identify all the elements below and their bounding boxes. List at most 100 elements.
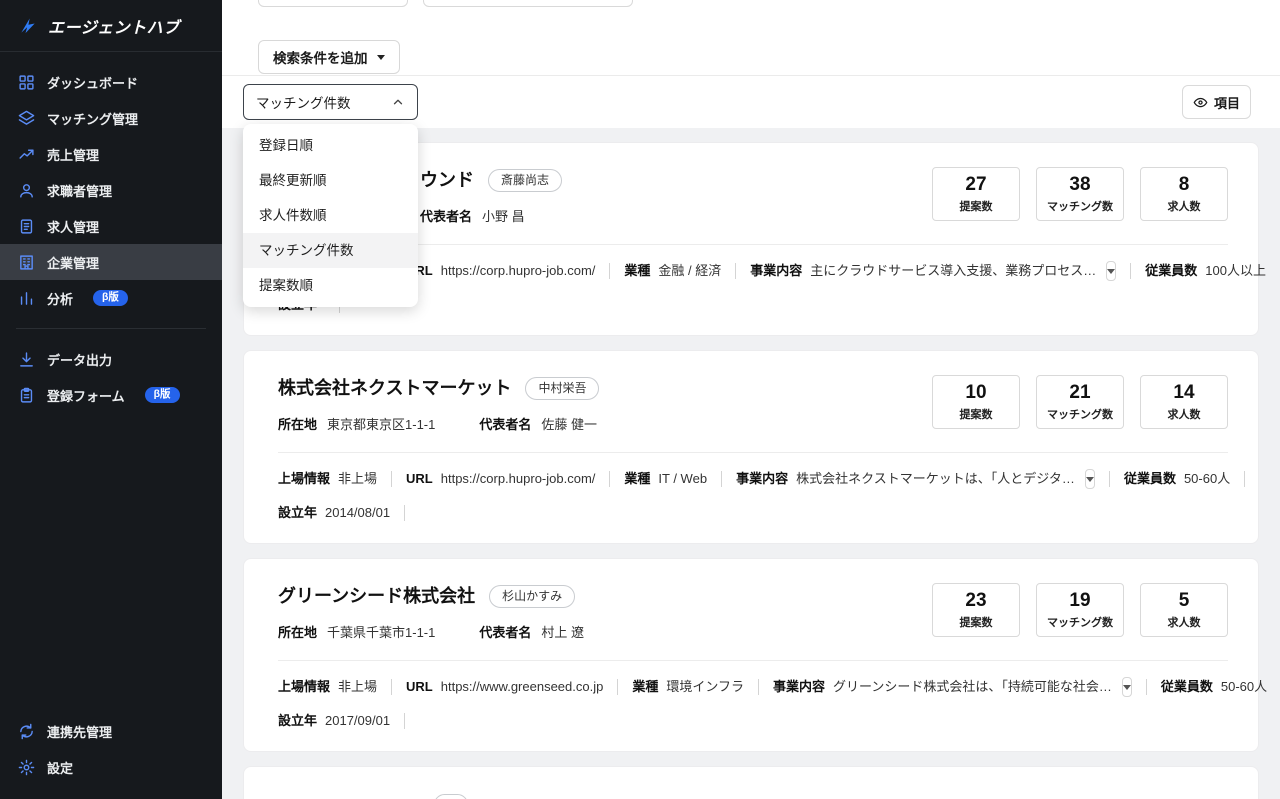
matches-count: 19 <box>1069 590 1090 612</box>
vertical-divider <box>617 679 618 695</box>
sidebar-item-dashboard[interactable]: ダッシュボード <box>0 64 222 100</box>
proposals-count: 27 <box>965 174 986 196</box>
employees-value: 100人以上 <box>1205 261 1266 281</box>
sidebar-item-matching[interactable]: マッチング管理 <box>0 100 222 136</box>
sidebar-item-sales[interactable]: 売上管理 <box>0 136 222 172</box>
vertical-divider <box>404 713 405 729</box>
search-section: 検索条件を追加 <box>222 0 1280 76</box>
proposals-stat: 23 提案数 <box>932 583 1020 637</box>
sidebar-item-integrations[interactable]: 連携先管理 <box>0 713 222 749</box>
columns-button-label: 項目 <box>1214 93 1240 112</box>
address-value: 東京都東京区1-1-1 <box>327 416 435 434</box>
industry-value: 環境インフラ <box>666 677 744 697</box>
jobs-count: 8 <box>1179 174 1190 196</box>
vertical-divider <box>391 679 392 695</box>
sidebar-item-label: 設定 <box>47 758 73 777</box>
analytics-icon <box>18 290 35 307</box>
url-label: URL <box>406 469 433 489</box>
proposals-count: 23 <box>965 590 986 612</box>
industry-label: 業種 <box>624 261 650 281</box>
employees-label: 従業員数 <box>1124 469 1176 489</box>
business-label: 事業内容 <box>773 677 825 697</box>
matches-stat-label: マッチング数 <box>1047 406 1113 422</box>
brand-logo-icon <box>18 16 38 36</box>
vertical-divider <box>609 471 610 487</box>
representative-value: 佐藤 健一 <box>541 416 597 434</box>
sort-option-last-updated[interactable]: 最終更新順 <box>243 163 418 198</box>
contact-badge[interactable]: 中村栄吾 <box>525 377 599 400</box>
company-icon <box>18 254 35 271</box>
matches-count: 38 <box>1069 174 1090 196</box>
sales-chart-icon <box>18 146 35 163</box>
sort-option-proposal-count[interactable]: 提案数順 <box>243 268 418 303</box>
matches-count: 21 <box>1069 382 1090 404</box>
sidebar-item-label: 企業管理 <box>47 253 99 272</box>
vertical-divider <box>391 471 392 487</box>
proposals-stat-label: 提案数 <box>960 406 993 422</box>
jobs-stat: 8 求人数 <box>1140 167 1228 221</box>
industry-label: 業種 <box>632 677 658 697</box>
sidebar-divider <box>16 328 206 329</box>
employees-label: 従業員数 <box>1161 677 1213 697</box>
sidebar-item-label: データ出力 <box>47 350 112 369</box>
employees-value: 50-60人 <box>1184 469 1230 489</box>
job-posting-icon <box>18 218 35 235</box>
job-seeker-icon <box>18 182 35 199</box>
sidebar-item-label: ダッシュボード <box>47 73 138 92</box>
business-expand-button[interactable] <box>1122 677 1132 697</box>
sidebar-item-data-export[interactable]: データ出力 <box>0 341 222 377</box>
business-expand-button[interactable] <box>1106 261 1116 281</box>
proposals-stat-label: 提案数 <box>960 614 993 630</box>
representative-label: 代表者名 <box>479 624 531 642</box>
sidebar-item-registration-form[interactable]: 登録フォーム β版 <box>0 377 222 413</box>
add-search-condition-button[interactable]: 検索条件を追加 <box>258 40 400 74</box>
matches-stat: 38 マッチング数 <box>1036 167 1124 221</box>
proposals-count: 10 <box>965 382 986 404</box>
representative-label: 代表者名 <box>420 208 472 226</box>
matches-stat: 19 マッチング数 <box>1036 583 1124 637</box>
brand-logo: エージェントハブ <box>0 0 222 52</box>
business-label: 事業内容 <box>736 469 788 489</box>
sidebar-item-job-seekers[interactable]: 求職者管理 <box>0 172 222 208</box>
company-card-partial <box>243 766 1259 799</box>
company-url-link[interactable]: https://corp.hupro-job.com/ <box>441 261 596 281</box>
sort-option-job-count[interactable]: 求人件数順 <box>243 198 418 233</box>
founded-label: 設立年 <box>278 711 317 731</box>
main-area: 検索条件を追加 マッチング件数 項目 登録日順 最終更新順 求人件数順 マッチン… <box>222 0 1280 799</box>
chevron-up-icon <box>391 95 405 109</box>
beta-badge: β版 <box>145 387 180 404</box>
vertical-divider <box>609 263 610 279</box>
vertical-divider <box>1146 679 1147 695</box>
add-search-condition-label: 検索条件を追加 <box>273 47 368 67</box>
listing-label: 上場情報 <box>278 469 330 489</box>
founded-value: 2017/09/01 <box>325 711 390 731</box>
dashboard-icon <box>18 74 35 91</box>
founded-value: 2014/08/01 <box>325 503 390 523</box>
search-filter-input-2[interactable] <box>423 0 633 7</box>
company-url-link[interactable]: https://corp.hupro-job.com/ <box>441 469 596 489</box>
business-expand-button[interactable] <box>1085 469 1095 489</box>
company-url-link[interactable]: https://www.greenseed.co.jp <box>441 677 604 697</box>
sidebar-item-label: 分析 <box>47 289 73 308</box>
caret-down-icon <box>1086 477 1094 482</box>
search-filter-input-1[interactable] <box>258 0 408 7</box>
columns-button[interactable]: 項目 <box>1182 85 1251 119</box>
contact-badge[interactable]: 杉山かすみ <box>489 585 575 608</box>
company-name: グリーンシード株式会社 <box>278 583 475 609</box>
contact-badge[interactable] <box>434 794 468 799</box>
sidebar-item-label: 売上管理 <box>47 145 99 164</box>
sidebar-item-analytics[interactable]: 分析 β版 <box>0 280 222 316</box>
contact-badge[interactable]: 斎藤尚志 <box>488 169 562 192</box>
sort-option-matching-count[interactable]: マッチング件数 <box>243 233 418 268</box>
settings-icon <box>18 759 35 776</box>
sort-option-registration-date[interactable]: 登録日順 <box>243 128 418 163</box>
jobs-stat: 5 求人数 <box>1140 583 1228 637</box>
sidebar-item-job-postings[interactable]: 求人管理 <box>0 208 222 244</box>
jobs-stat-label: 求人数 <box>1168 198 1201 214</box>
sidebar-item-companies[interactable]: 企業管理 <box>0 244 222 280</box>
sidebar-item-label: マッチング管理 <box>47 109 138 128</box>
sidebar-item-settings[interactable]: 設定 <box>0 749 222 785</box>
sort-select[interactable]: マッチング件数 <box>243 84 418 120</box>
vertical-divider <box>404 505 405 521</box>
list-toolbar: マッチング件数 項目 登録日順 最終更新順 求人件数順 マッチング件数 提案数順 <box>222 76 1280 128</box>
